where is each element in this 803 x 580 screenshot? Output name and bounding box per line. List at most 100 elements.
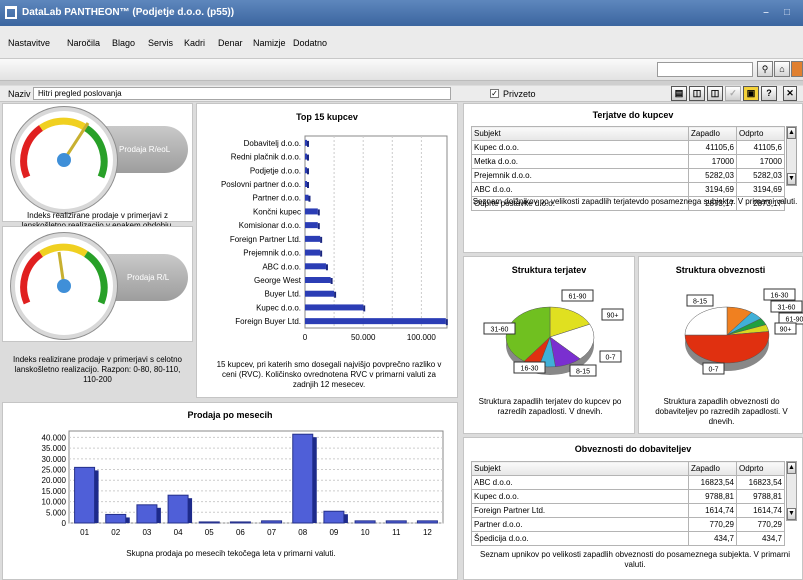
- pie-label-text: 31-60: [491, 327, 509, 334]
- pie-label: 16-30: [763, 288, 796, 301]
- struktura-obveznosti-chart: 16-30 31-60 61-90 90+ 0-7 8-15: [684, 288, 803, 375]
- struktura-terjatev-title: Struktura terjatev: [511, 265, 587, 275]
- bar-shadow: [320, 250, 323, 257]
- table-row[interactable]: ABC d.o.o. 3194,69 3194,69: [471, 182, 785, 197]
- table-row[interactable]: Foreign Partner Ltd. 1614,74 1614,74: [471, 503, 785, 518]
- tick-label: 5.000: [46, 508, 67, 517]
- menu-kadri[interactable]: Kadri: [184, 38, 205, 48]
- table-cell: 434,7: [736, 531, 785, 546]
- minimize-icon[interactable]: –: [760, 7, 772, 18]
- privzeto-checkbox[interactable]: ✓: [490, 89, 499, 98]
- table-cell: 17000: [688, 154, 737, 169]
- pie-label-text: 31-60: [778, 305, 796, 312]
- bar: [105, 513, 127, 524]
- pie-label-text: 8-15: [576, 369, 590, 376]
- bar-shadow: [317, 223, 320, 230]
- table-header-row: Subjekt Zapadlo Odprto: [471, 126, 785, 141]
- bar-shadow: [308, 195, 311, 202]
- struktura-obveznosti-title: Struktura obveznosti: [675, 265, 766, 275]
- category-label: Komisionar d.o.o.: [239, 221, 301, 230]
- scroll-down-icon[interactable]: ▼: [787, 173, 796, 185]
- export-icon[interactable]: ◫: [707, 86, 723, 101]
- search-icon[interactable]: ⚲: [757, 61, 773, 77]
- scroll-up-icon[interactable]: ▲: [787, 127, 796, 139]
- menu-narocila[interactable]: Naročila: [67, 38, 100, 48]
- menu-nastavitve[interactable]: Nastavitve: [8, 38, 50, 48]
- column-header[interactable]: Zapadlo: [688, 461, 737, 476]
- column-header[interactable]: Subjekt: [471, 461, 689, 476]
- gauge-2-svg: [20, 243, 108, 305]
- category-label: 06: [236, 528, 245, 537]
- struktura-terjatev-panel: Struktura terjatev 61-90 90+ 0-7 8-15 16-30 3…: [463, 256, 635, 434]
- column-header[interactable]: Subjekt: [471, 126, 689, 141]
- table-row[interactable]: Kupec d.o.o. 9788,81 9788,81: [471, 489, 785, 504]
- table-cell: 1614,74: [688, 503, 737, 518]
- layout-grid-icon[interactable]: ▤: [671, 86, 687, 101]
- prodaja-panel: Prodaja po mesecih 0 5.000 10.000 15.000 20.…: [2, 402, 458, 580]
- help-icon[interactable]: ?: [761, 86, 777, 101]
- window-title: DataLab PANTHEON™ (Podjetje d.o.o. (p55)…: [22, 7, 235, 18]
- bar-shadow: [307, 168, 309, 175]
- filter-row: Naziv Hitri pregled poslovanja ✓ Privzet…: [0, 86, 803, 102]
- menu-dodatno[interactable]: Dodatno: [293, 38, 327, 48]
- scroll-down-icon[interactable]: ▼: [787, 508, 796, 520]
- table-cell: 9788,81: [688, 489, 737, 504]
- obveznosti-panel: Obveznosti do dobaviteljev Subjekt Zapadl…: [463, 437, 803, 580]
- category-label: 12: [423, 528, 432, 537]
- prodaja-chart: 0 5.00010.000 15.000 20.00025.000 30.000 35.0…: [42, 430, 444, 537]
- table-cell: ABC d.o.o.: [471, 475, 689, 490]
- category-label: Podjetje d.o.o.: [250, 166, 301, 175]
- menu-denar[interactable]: Denar: [218, 38, 243, 48]
- title-bar[interactable]: DataLab PANTHEON™ (Podjetje d.o.o. (p55)…: [0, 0, 803, 26]
- bar-shadow: [125, 517, 130, 523]
- bar-shadow: [317, 209, 320, 216]
- gauge-1-yellow-arc: [39, 117, 88, 131]
- menu-blago[interactable]: Blago: [112, 38, 135, 48]
- struktura-obveznosti-panel: Struktura obveznosti 16-30 31-60 61-90 90+ 0…: [638, 256, 803, 434]
- naziv-input[interactable]: Hitri pregled poslovanja: [33, 87, 451, 100]
- table-row[interactable]: ABC d.o.o. 16823,54 16823,54: [471, 475, 785, 490]
- category-label: ABC d.o.o.: [262, 262, 301, 271]
- table-row[interactable]: Partner d.o.o. 770,29 770,29: [471, 517, 785, 532]
- table-cell: 16823,54: [688, 475, 737, 490]
- confirm-icon[interactable]: ✓: [725, 86, 741, 101]
- table-row[interactable]: Metka d.o.o. 17000 17000: [471, 154, 785, 169]
- table-cell: 1614,74: [736, 503, 785, 518]
- obveznosti-scrollbar[interactable]: ▲ ▼: [786, 461, 797, 521]
- home-icon[interactable]: ⌂: [774, 61, 790, 77]
- table-row[interactable]: Kupec d.o.o. 41105,6 41105,6: [471, 140, 785, 155]
- table-row[interactable]: Prejemnik d.o.o. 5282,03 5282,03: [471, 168, 785, 183]
- bar-shadow: [94, 470, 99, 523]
- maximize-icon[interactable]: □: [781, 7, 793, 18]
- menu-namizje[interactable]: Namizje: [253, 38, 286, 48]
- table-cell: Špedicija d.o.o.: [471, 531, 689, 546]
- column-header[interactable]: Odprto: [736, 126, 785, 141]
- close-icon[interactable]: ✕: [783, 86, 797, 101]
- lock-icon[interactable]: ▣: [743, 86, 759, 101]
- menu-servis[interactable]: Servis: [148, 38, 173, 48]
- category-label: Redni plačnik d.o.o.: [231, 153, 301, 162]
- bar-shadow: [334, 291, 337, 298]
- category-label: 01: [80, 528, 89, 537]
- bar-shadow: [445, 319, 448, 326]
- layout-columns-icon[interactable]: ◫: [689, 86, 705, 101]
- toolbar-search-input[interactable]: [657, 62, 753, 77]
- privzeto-label: Privzeto: [503, 89, 536, 99]
- table-row[interactable]: Špedicija d.o.o. 434,7 434,7: [471, 531, 785, 546]
- category-label: Foreign Buyer Ltd.: [235, 317, 301, 326]
- terjatve-scrollbar[interactable]: ▲ ▼: [786, 126, 797, 186]
- bar-shadow: [312, 437, 317, 523]
- gauge-panel-1: Prodaja R/eoL: [2, 103, 193, 222]
- table-cell: 770,29: [736, 517, 785, 532]
- pie-label: 16-30: [513, 361, 546, 374]
- table-cell: 5282,03: [688, 168, 737, 183]
- gauge-1-svg: [20, 117, 108, 179]
- bar: [305, 208, 318, 215]
- bar: [198, 521, 220, 524]
- bar-shadow: [320, 236, 323, 243]
- column-header[interactable]: Zapadlo: [688, 126, 737, 141]
- pie-label: 61-90: [778, 312, 803, 325]
- scroll-up-icon[interactable]: ▲: [787, 462, 796, 474]
- options-icon[interactable]: [791, 61, 803, 77]
- column-header[interactable]: Odprto: [736, 461, 785, 476]
